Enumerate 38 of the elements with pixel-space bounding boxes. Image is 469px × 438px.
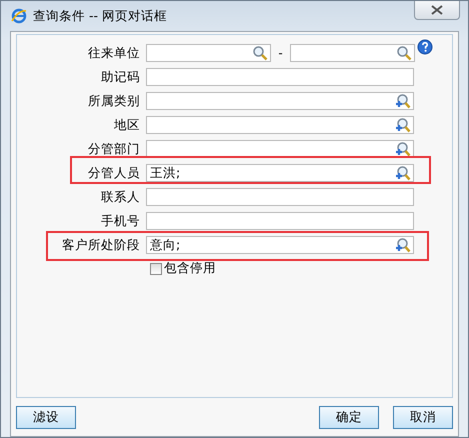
search-icon — [396, 45, 412, 61]
text-field[interactable] — [146, 188, 414, 206]
close-icon — [431, 5, 443, 15]
field-label: 助记码 — [100, 68, 141, 86]
dialog-button[interactable]: 滤设 — [16, 406, 76, 429]
field-value: 意向; — [150, 236, 180, 254]
add-search-icon — [395, 237, 411, 253]
dialog-button[interactable]: 确定 — [319, 406, 379, 429]
text-field[interactable] — [146, 68, 414, 86]
lookup-field[interactable] — [290, 44, 415, 62]
picker-field[interactable]: 意向; — [146, 236, 414, 254]
field-label: 往来单位 — [87, 44, 141, 62]
dialog-button[interactable]: 取消 — [393, 406, 453, 429]
picker-field[interactable]: 王洪; — [146, 164, 414, 182]
picker-field[interactable] — [146, 92, 414, 110]
field-label: 联系人 — [100, 188, 141, 206]
window-title: 查询条件 -- 网页对话框 — [33, 8, 167, 24]
field-label: 分管部门 — [87, 140, 141, 158]
add-search-icon — [395, 165, 411, 181]
field-label: 地区 — [113, 116, 141, 134]
checkbox-label: 包含停用 — [164, 260, 216, 277]
field-label: 所属类别 — [87, 92, 141, 110]
field-value: 王洪; — [150, 164, 180, 182]
range-separator: - — [277, 46, 284, 60]
add-search-icon — [395, 117, 411, 133]
text-field[interactable] — [146, 212, 414, 230]
browser-icon — [11, 8, 27, 24]
checkbox[interactable] — [150, 262, 162, 274]
lookup-field[interactable] — [146, 44, 271, 62]
add-search-icon — [395, 93, 411, 109]
search-icon — [252, 45, 268, 61]
field-label: 客户所处阶段 — [61, 236, 141, 254]
help-icon[interactable] — [417, 39, 433, 55]
field-label: 分管人员 — [87, 164, 141, 182]
close-button[interactable] — [414, 1, 460, 20]
picker-field[interactable] — [146, 116, 414, 134]
add-search-icon — [395, 141, 411, 157]
field-label: 手机号 — [100, 212, 141, 230]
